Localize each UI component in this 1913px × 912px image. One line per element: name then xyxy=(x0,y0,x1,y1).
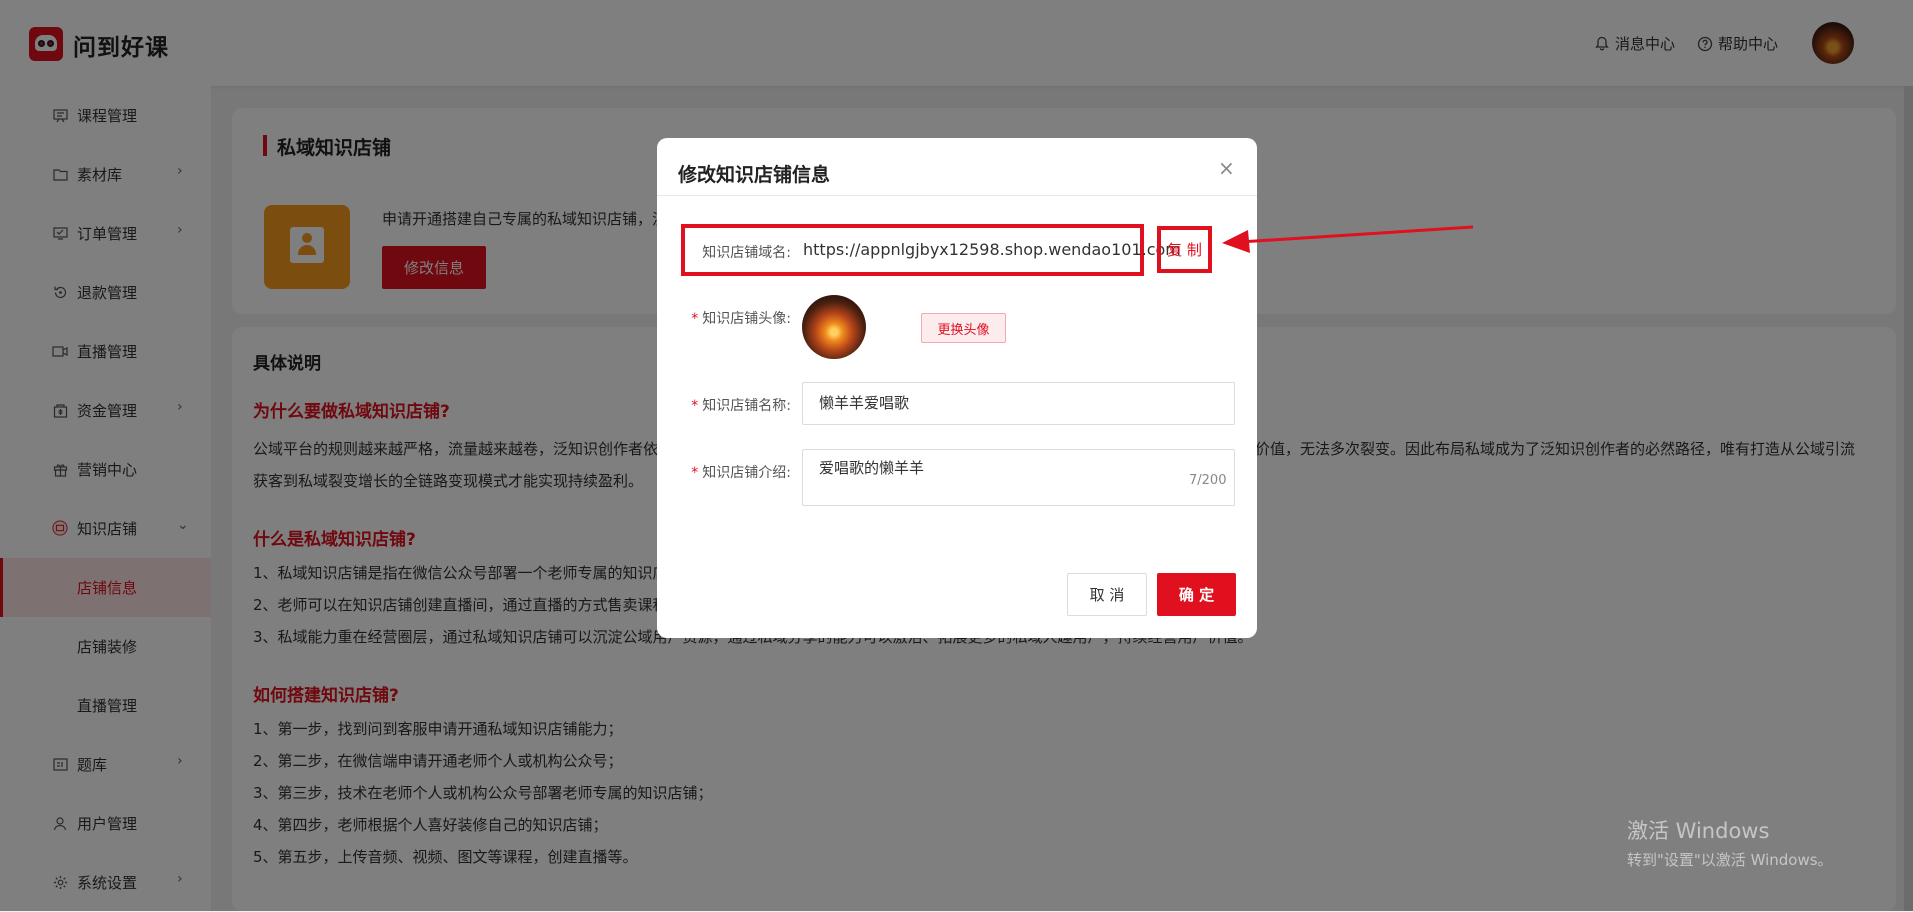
modal-title: 修改知识店铺信息 xyxy=(678,164,831,186)
windows-watermark: 激活 Windows 转到"设置"以激活 Windows。 xyxy=(1627,815,1833,870)
shop-avatar xyxy=(802,295,866,359)
shop-intro-textarea[interactable]: 爱唱歌的懒羊羊 xyxy=(802,449,1235,506)
intro-label: * 知识店铺介绍: xyxy=(691,465,791,481)
watermark-line1: 激活 Windows xyxy=(1627,819,1770,843)
domain-value: https://appnlgjbyx12598.shop.wendao101.c… xyxy=(803,240,1181,259)
name-label: * 知识店铺名称: xyxy=(691,398,791,414)
copy-button[interactable]: 复 制 xyxy=(1157,226,1212,273)
char-counter: 7/200 xyxy=(1189,473,1227,488)
domain-label: 知识店铺域名: xyxy=(702,245,791,261)
close-icon[interactable]: × xyxy=(1218,156,1235,180)
cancel-button[interactable]: 取 消 xyxy=(1067,573,1147,616)
edit-shop-modal: 修改知识店铺信息 × 知识店铺域名: https://appnlgjbyx125… xyxy=(657,138,1257,638)
avatar-label: * 知识店铺头像: xyxy=(691,311,791,327)
change-avatar-button[interactable]: 更换头像 xyxy=(921,313,1006,343)
watermark-line2: 转到"设置"以激活 Windows。 xyxy=(1627,851,1833,869)
shop-name-input[interactable]: 懒羊羊爱唱歌 xyxy=(802,382,1235,425)
annotation-arrow-icon xyxy=(1222,225,1474,253)
confirm-button[interactable]: 确 定 xyxy=(1157,573,1236,616)
divider xyxy=(657,195,1257,196)
